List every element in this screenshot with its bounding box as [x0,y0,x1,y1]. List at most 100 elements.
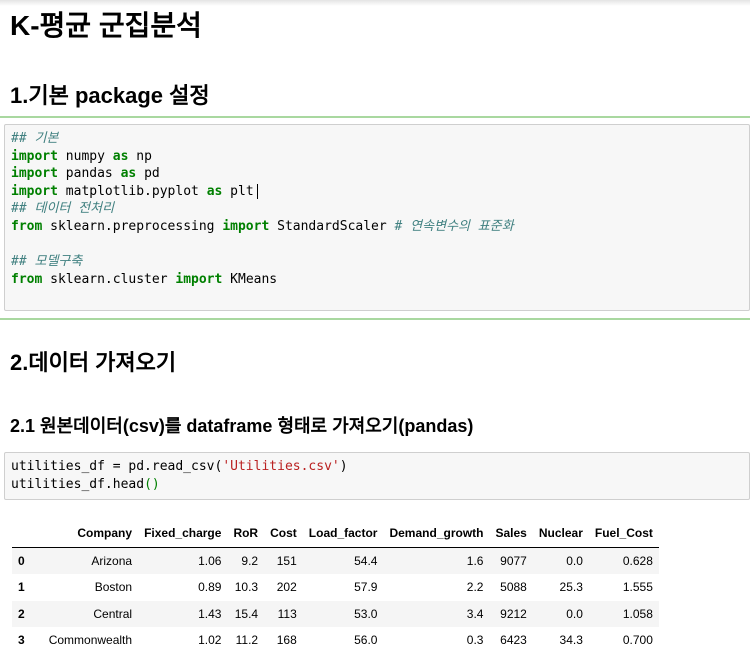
table-cell: 57.9 [354,580,378,595]
column-header: Sales [489,520,533,548]
table-cell: 151 [276,553,297,568]
code-line-read-csv: utilities_df = pd.read_csv('Utilities.cs… [11,459,348,474]
column-header: Demand_growth [383,520,490,548]
code-line-head: utilities_df.head() [11,477,160,492]
page-title: K-평균 군집분석 [10,10,202,41]
code-token: np [128,148,152,164]
code-token: KMeans [222,271,278,287]
table-cell: 202 [276,580,297,595]
code-line-import-numpy: import numpy as np [11,149,152,164]
table-cell: Central [93,606,133,621]
code-line-import-scaler: from sklearn.preprocessing import Standa… [11,219,514,234]
code-token: StandardScaler [269,218,395,234]
code-token-kw0: () [144,476,160,492]
code-editor[interactable]: ## 기본 import numpy as np import pandas a… [5,125,749,288]
table-cell: 11.2 [235,633,259,648]
table-cell: 2.2 [466,580,484,595]
code-token: utilities_df = pd.read_csv( [11,459,223,474]
table-cell: 1.058 [622,606,653,621]
row-index: 1 [18,580,25,595]
column-header: Cost [264,520,303,548]
code-comment: ## 데이터 전처리 [11,201,115,217]
table-cell: Boston [94,580,133,595]
code-token-kw: as [112,148,129,164]
table-row: 1 Boston 0.89 10.3 202 57.9 2.2 5088 25.3 1.555 [12,574,659,601]
table-row: 0 Arizona 1.06 9.2 151 54.4 1.6 9077 0.0 0.628 [12,547,659,574]
table-cell: 9.2 [241,553,259,568]
table-cell: 0.3 [466,633,484,648]
column-header: Load_factor [302,520,384,548]
index-header [12,520,43,548]
code-token: numpy [57,148,113,164]
table-cell: 25.3 [559,580,583,595]
table-cell: 1.06 [198,553,222,568]
code-line-import-pandas: import pandas as pd [11,166,160,181]
table-cell: 10.3 [234,580,259,595]
table-cell: 0.89 [198,580,222,595]
dataframe-output: Company Fixed_charge RoR Cost Load_factor Dem… [12,520,659,654]
table-cell: 5088 [500,580,527,595]
code-token: pandas [57,166,121,182]
table-cell: 0.700 [622,633,653,648]
table-cell: 113 [277,606,297,621]
code-token-kw: as [206,183,223,199]
code-token: utilities_df.head [11,476,145,492]
table-cell: 1.43 [198,606,222,621]
table-cell: 0.0 [566,606,583,621]
code-token-kw: from [11,218,43,234]
text-cursor [256,183,258,199]
code-cell-read-csv[interactable]: utilities_df = pd.read_csv('Utilities.cs… [4,452,750,500]
code-line-import-matplotlib: import matplotlib.pyplot as plt [11,184,254,199]
code-token-kw: import [11,166,58,182]
table-row: 3 Commonwealth 1.02 11.2 168 56.0 0.3 6423 34.3 0… [12,627,659,654]
code-token-kw: import [11,148,58,164]
row-index: 2 [18,606,25,621]
cell-separator [0,318,750,320]
code-line-import-kmeans: from sklearn.cluster import KMeans [11,272,277,287]
code-editor[interactable]: utilities_df = pd.read_csv('Utilities.cs… [5,453,749,493]
table-cell: 15.4 [234,606,259,621]
code-token: ) [339,459,348,474]
code-token: sklearn.cluster [42,271,176,287]
dataframe-header-row: Company Fixed_charge RoR Cost Load_factor Dem… [12,520,659,548]
table-cell: 53.0 [354,606,378,621]
table-cell: 54.4 [354,553,378,568]
cell-separator [0,116,750,118]
code-token: plt [222,183,254,199]
table-cell: Commonwealth [48,633,133,648]
table-cell: 0.0 [566,553,583,568]
code-token-kw: import [11,183,58,199]
code-comment: ## 기본 [11,131,59,146]
code-token-kw: from [11,271,43,287]
section-heading-data: 2.데이터 가져오기 [10,350,177,375]
column-header: Fuel_Cost [588,520,659,548]
table-cell: 56.0 [354,633,378,648]
code-comment: ## 모델구축 [11,254,83,270]
table-cell: 0.628 [622,553,653,568]
table-cell: 1.6 [466,553,484,568]
column-header: Fixed_charge [138,520,228,548]
table-cell: Arizona [91,553,133,568]
table-cell: 3.4 [466,606,484,621]
column-header: RoR [227,520,265,548]
section-heading-package: 1.기본 package 설정 [10,83,210,108]
table-cell: 1.555 [622,580,653,595]
code-token-kw: as [120,166,137,182]
code-token: matplotlib.pyplot [57,183,207,199]
code-token: pd [136,166,160,182]
code-token-str: 'Utilities.csv' [222,459,340,474]
table-cell: 9077 [500,553,527,568]
code-cell-imports[interactable]: ## 기본 import numpy as np import pandas a… [4,124,750,311]
code-token-cm: # 연속변수의 표준화 [394,218,514,234]
code-token-kw: import [222,218,270,234]
row-index: 3 [18,633,25,648]
table-row: 2 Central 1.43 15.4 113 53.0 3.4 9212 0.0 1.058 [12,600,659,627]
column-header: Nuclear [532,520,589,548]
subsection-heading-csv: 2.1 원본데이터(csv)를 dataframe 형태로 가져오기(panda… [10,416,474,436]
code-token-kw: import [175,271,223,287]
table-cell: 168 [276,633,297,648]
table-cell: 1.02 [198,633,222,648]
code-token: sklearn.preprocessing [42,218,223,234]
table-cell: 6423 [500,633,527,648]
column-header: Company [42,520,139,548]
